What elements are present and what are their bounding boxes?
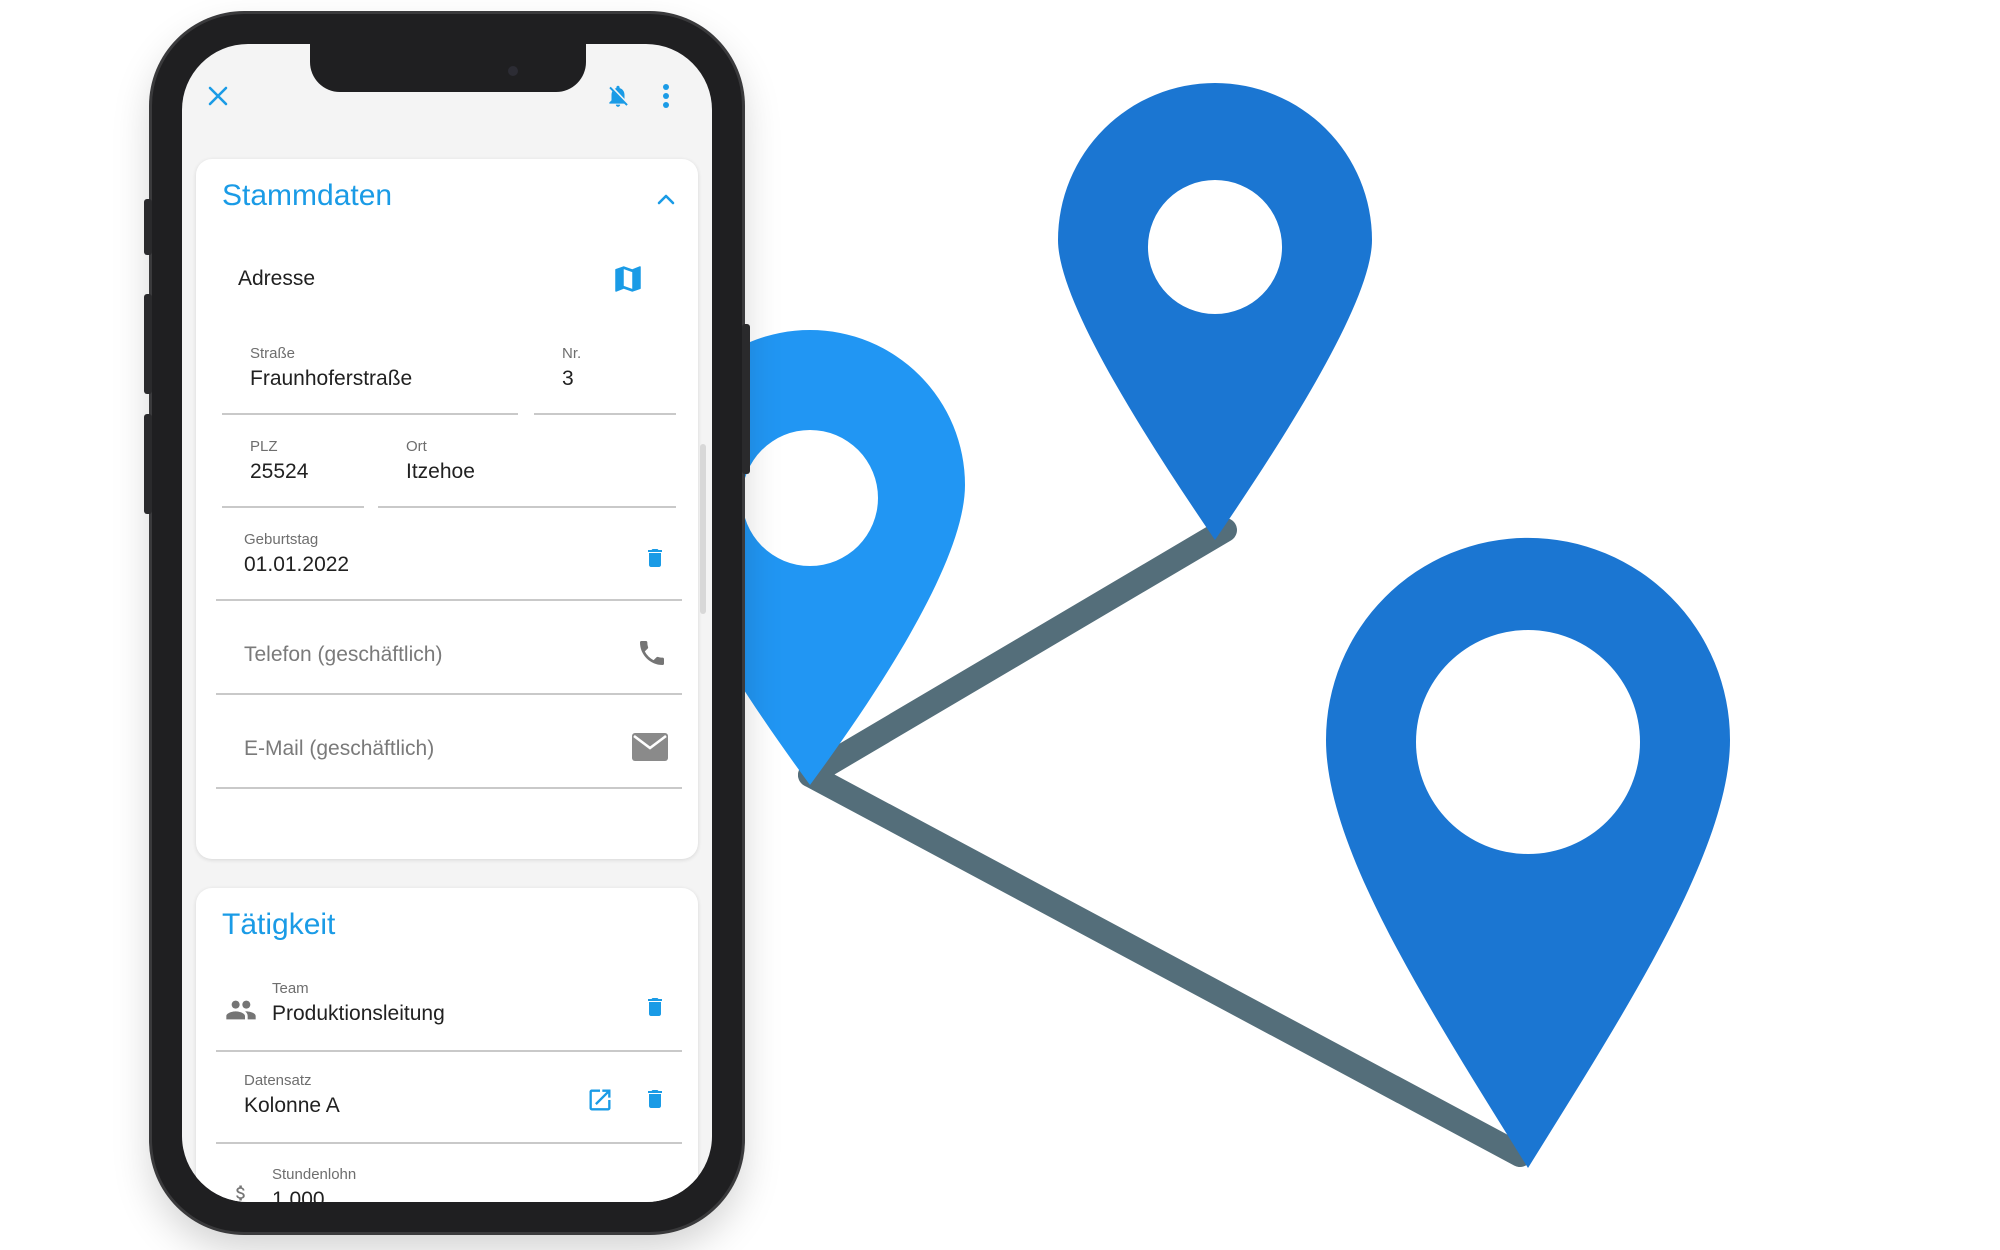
app-screen: Stammdaten Adresse Straße Fraunhoferstra… — [182, 44, 712, 1202]
house-number-label: Nr. — [562, 345, 582, 362]
more-vert-icon[interactable] — [652, 82, 680, 110]
city-value: Itzehoe — [406, 460, 475, 483]
business-email-placeholder: E-Mail (geschäftlich) — [244, 737, 435, 760]
delete-icon[interactable] — [640, 1084, 670, 1114]
datensatz-value: Kolonne A — [244, 1094, 340, 1117]
power-button — [742, 324, 750, 474]
scrollbar[interactable] — [700, 444, 706, 614]
street-label: Straße — [250, 345, 296, 362]
map-icon[interactable] — [608, 259, 648, 299]
notifications-off-icon[interactable] — [604, 82, 632, 110]
birthday-label: Geburtstag — [244, 531, 319, 548]
city-label: Ort — [406, 438, 427, 455]
house-number-value: 3 — [562, 367, 574, 390]
volume-up-button — [144, 294, 152, 394]
map-pin-top — [1058, 83, 1372, 540]
birthday-field[interactable]: Geburtstag 01.01.2022 — [216, 523, 682, 601]
business-phone-placeholder: Telefon (geschäftlich) — [244, 643, 443, 666]
taetigkeit-card: Tätigkeit Team Produktionsleitung Datens… — [196, 888, 698, 1202]
phone-icon[interactable] — [634, 635, 670, 671]
taetigkeit-title: Tätigkeit — [222, 908, 336, 941]
chevron-up-icon[interactable] — [654, 187, 678, 211]
address-heading: Adresse — [238, 267, 316, 290]
stundenlohn-label: Stundenlohn — [272, 1166, 357, 1183]
email-icon[interactable] — [630, 729, 670, 765]
stundenlohn-field[interactable]: Stundenlohn 1.000 — [216, 1156, 682, 1202]
street-value: Fraunhoferstraße — [250, 367, 413, 390]
team-value: Produktionsleitung — [272, 1002, 445, 1025]
volume-down-button — [144, 414, 152, 514]
zip-value: 25524 — [250, 460, 309, 483]
stundenlohn-value: 1.000 — [272, 1188, 325, 1202]
team-label: Team — [272, 980, 309, 997]
house-number-field[interactable]: Nr. 3 — [534, 337, 676, 415]
datensatz-field[interactable]: Datensatz Kolonne A — [216, 1064, 682, 1144]
group-icon — [224, 996, 258, 1024]
business-phone-field[interactable]: Telefon (geschäftlich) — [216, 617, 682, 695]
datensatz-label: Datensatz — [244, 1072, 312, 1089]
front-camera — [508, 66, 518, 76]
open-in-new-icon[interactable] — [584, 1084, 616, 1116]
delete-icon[interactable] — [640, 543, 670, 573]
zip-label: PLZ — [250, 438, 278, 455]
team-field[interactable]: Team Produktionsleitung — [216, 970, 682, 1052]
delete-icon[interactable] — [640, 992, 670, 1022]
mute-switch — [144, 199, 152, 255]
city-field[interactable]: Ort Itzehoe — [378, 430, 676, 508]
zip-field[interactable]: PLZ 25524 — [222, 430, 364, 508]
close-icon[interactable] — [204, 82, 232, 110]
business-email-field[interactable]: E-Mail (geschäftlich) — [216, 711, 682, 789]
birthday-value: 01.01.2022 — [244, 553, 350, 576]
dollar-icon — [228, 1176, 254, 1202]
stammdaten-title: Stammdaten — [222, 179, 393, 212]
stammdaten-card: Stammdaten Adresse Straße Fraunhoferstra… — [196, 159, 698, 859]
phone-frame: Stammdaten Adresse Straße Fraunhoferstra… — [144, 14, 750, 1232]
phone-notch — [310, 44, 586, 92]
street-field[interactable]: Straße Fraunhoferstraße — [222, 337, 518, 415]
